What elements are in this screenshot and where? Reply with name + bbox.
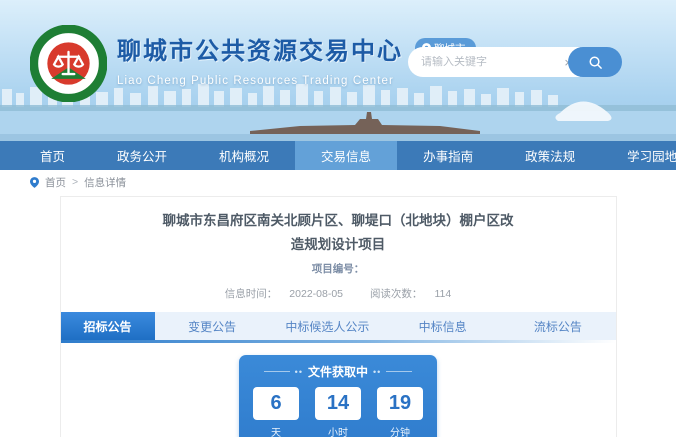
search-icon (589, 56, 602, 69)
project-number-line: 项目编号： (311, 263, 365, 276)
nav-item-org-overview[interactable]: 机构概况 (193, 141, 295, 170)
countdown-title: 文件获取中 (307, 365, 368, 380)
countdown-hours-value: 14 (315, 387, 361, 421)
countdown-days-label: 天 (271, 428, 281, 437)
countdown-days: 6 天 (253, 387, 299, 437)
countdown-days-value: 6 (253, 387, 299, 421)
site-logo (30, 25, 107, 102)
search-bar: × (408, 47, 622, 77)
tabs-underline (60, 340, 616, 344)
read-count: 阅读次数： 114 (369, 288, 452, 301)
countdown-hours-label: 小时 (328, 428, 348, 437)
search-button[interactable] (568, 47, 622, 77)
tab-winning-candidates[interactable]: 中标候选人公示 (270, 312, 385, 340)
page: 聊城市公共资源交易中心 聊城市 Liao Cheng Public Resour… (0, 0, 676, 437)
announcement-tabs: 招标公告 变更公告 中标候选人公示 中标信息 流标公告 (60, 312, 616, 341)
article-title: 聊城市东昌府区南关北顾片区、聊堤口（北地块）棚户区改造规划设计项目 (162, 213, 514, 252)
nav-item-policies[interactable]: 政策法规 (499, 141, 601, 170)
nav-item-gov-open[interactable]: 政务公开 (91, 141, 193, 170)
info-time: 信息时间： 2022-08-05 (224, 288, 344, 301)
breadcrumb-pin-icon (30, 176, 39, 188)
tab-change-announcement[interactable]: 变更公告 (155, 312, 270, 340)
countdown-minutes-label: 分钟 (390, 428, 410, 437)
detail-card: 聊城市东昌府区南关北顾片区、聊堤口（北地块）棚户区改造规划设计项目 项目编号： … (59, 196, 617, 437)
nav-item-home[interactable]: 首页 (14, 141, 91, 170)
nav-item-learning[interactable]: 学习园地 (601, 141, 676, 170)
article-meta: 信息时间： 2022-08-05 阅读次数： 114 (61, 286, 616, 312)
breadcrumb-home[interactable]: 首页 (45, 175, 66, 190)
nav-item-service-guide[interactable]: 办事指南 (397, 141, 499, 170)
countdown-hours: 14 小时 (315, 387, 361, 437)
breadcrumb: 首页 > 信息详情 (0, 170, 676, 194)
tab-winning-info[interactable]: 中标信息 (385, 312, 500, 340)
site-title: 聊城市公共资源交易中心 (117, 38, 403, 65)
tab-tender-announcement[interactable]: 招标公告 (60, 312, 155, 341)
tab-failed-bid[interactable]: 流标公告 (500, 312, 615, 340)
search-input[interactable] (421, 56, 565, 68)
countdown-decor-dots-right: •• (373, 366, 382, 377)
countdown-minutes: 19 分钟 (377, 387, 423, 437)
countdown-decor-dots-left: •• (294, 366, 303, 377)
header-banner: 聊城市公共资源交易中心 聊城市 Liao Cheng Public Resour… (0, 0, 676, 141)
search-input-wrap: × (408, 47, 580, 77)
countdown-widget: •• 文件获取中 •• 6 天 14 小时 19 分钟 (239, 355, 437, 437)
countdown-decor-line-right (386, 371, 413, 373)
nav-item-trade-info[interactable]: 交易信息 (295, 141, 398, 170)
countdown-minutes-value: 19 (377, 387, 423, 421)
breadcrumb-current: 信息详情 (84, 176, 127, 189)
countdown-decor-line-left (263, 371, 290, 373)
main-nav: 首页 政务公开 机构概况 交易信息 办事指南 政策法规 学习园地 (0, 141, 676, 170)
breadcrumb-separator: > (72, 176, 79, 188)
